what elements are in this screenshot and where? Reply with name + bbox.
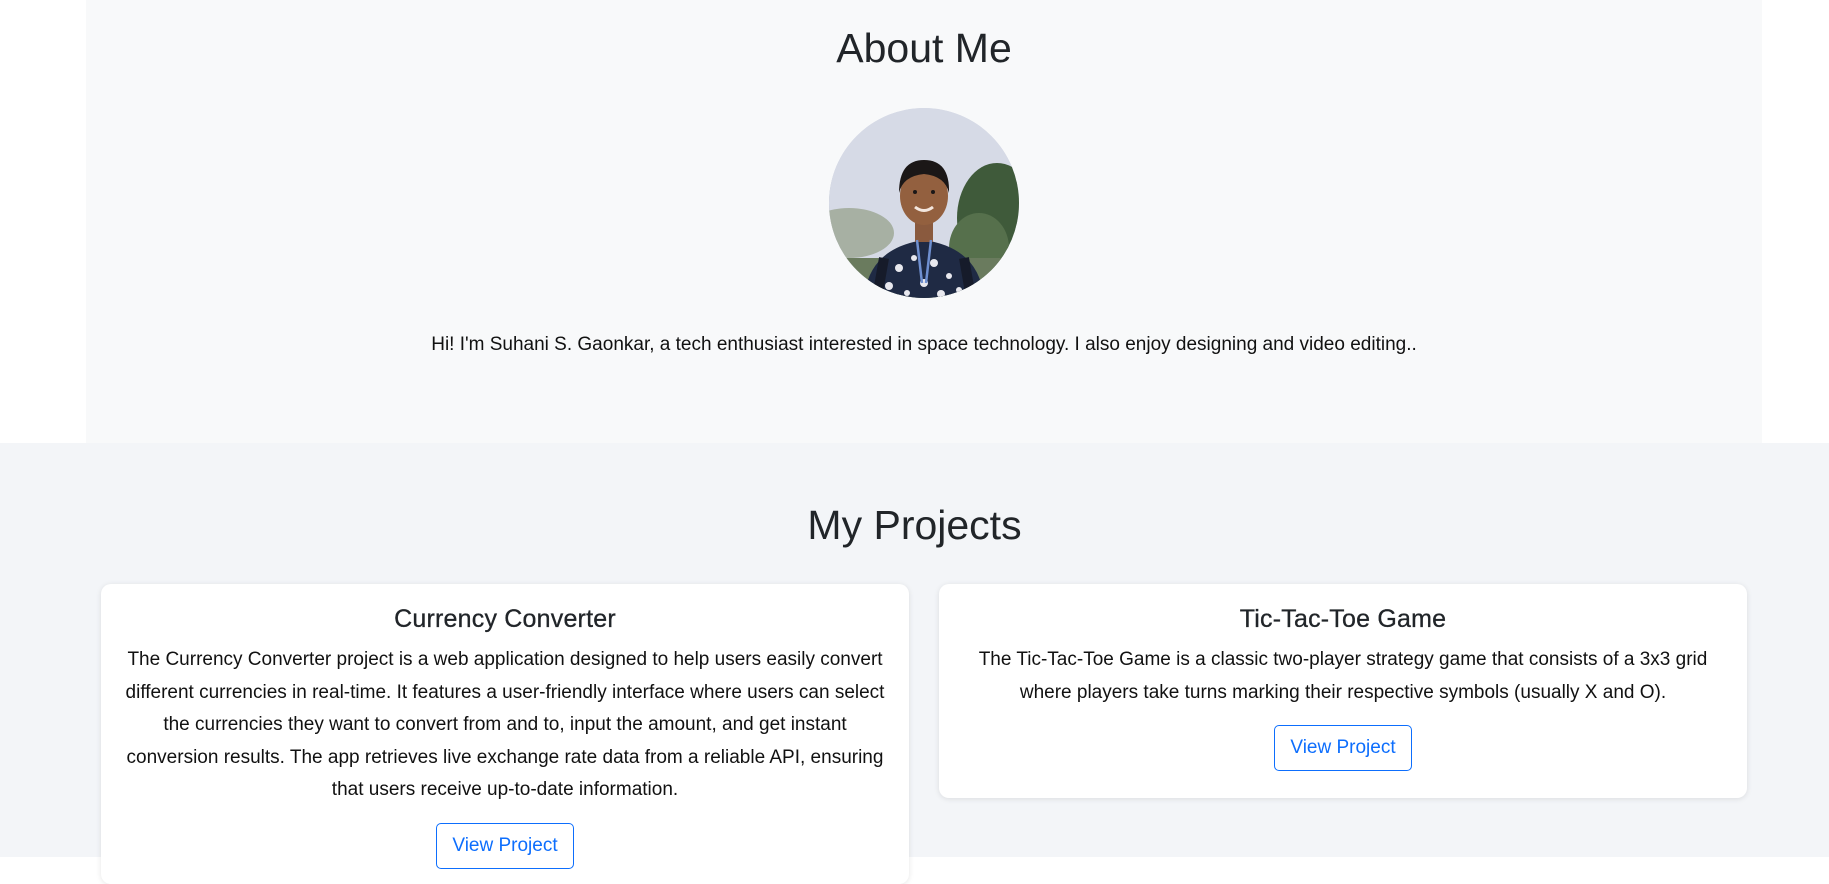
project-description: The Tic-Tac-Toe Game is a classic two-pl…	[978, 649, 1708, 703]
view-project-button[interactable]: View Project	[436, 822, 574, 869]
about-intro-text: Hi! I'm Suhani S. Gaonkar, a tech enthus…	[431, 334, 1417, 355]
project-card-currency-converter: Currency Converter The Currency Converte…	[101, 584, 909, 884]
projects-section: My Projects Currency Converter The Curre…	[0, 443, 1829, 884]
profile-photo-icon	[829, 108, 1019, 298]
view-project-button[interactable]: View Project	[1274, 725, 1412, 771]
about-title: About Me	[836, 25, 1012, 71]
project-description: The Currency Converter project is a web …	[125, 649, 885, 800]
project-card-tic-tac-toe: Tic-Tac-Toe Game The Tic-Tac-Toe Game is…	[939, 584, 1747, 798]
projects-title: My Projects	[807, 502, 1022, 548]
about-section: About Me Hi! I'm Suhani S. Gaonkar, a te…	[86, 0, 1762, 443]
avatar	[829, 108, 1019, 298]
project-title: Currency Converter	[394, 605, 616, 633]
project-title: Tic-Tac-Toe Game	[1239, 605, 1447, 633]
